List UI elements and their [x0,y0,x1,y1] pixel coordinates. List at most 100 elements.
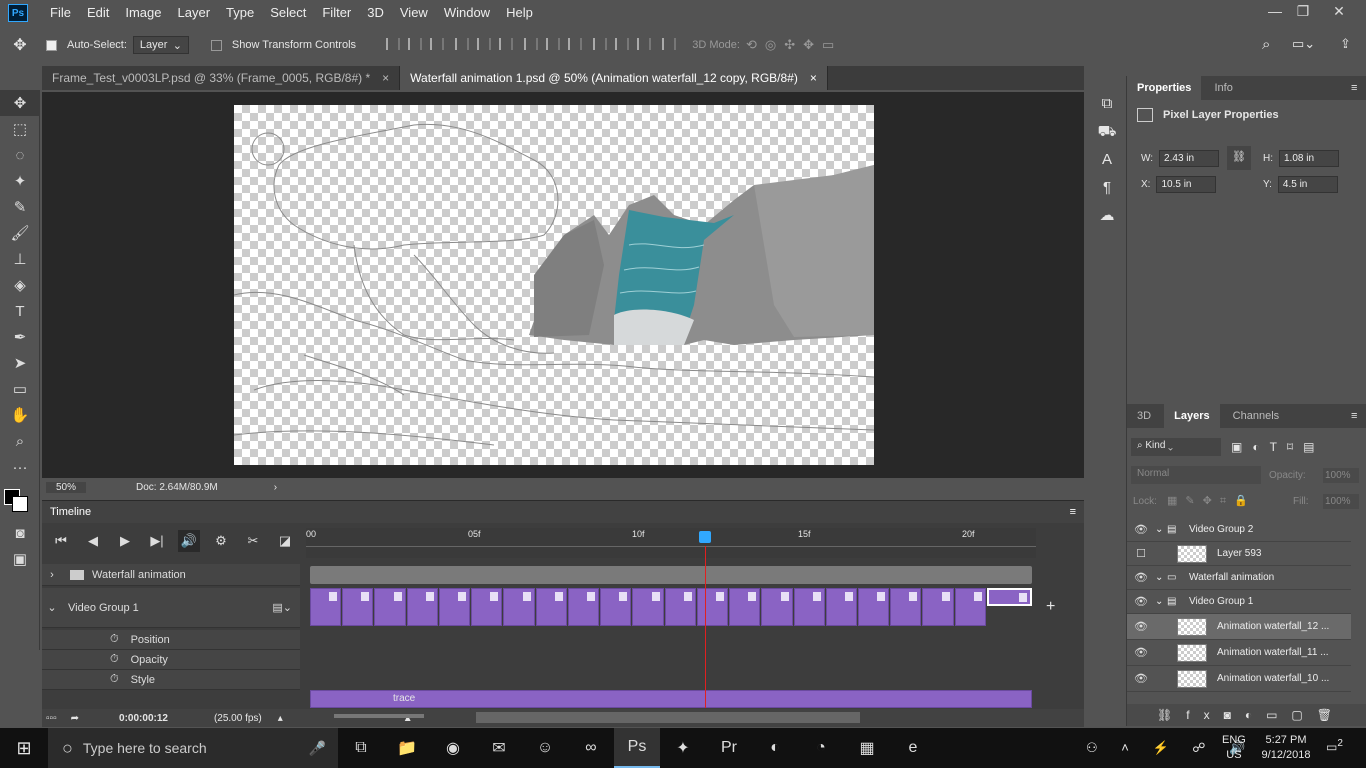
align-top-icon[interactable] [386,37,401,50]
menu-3d[interactable]: 3D [359,0,392,26]
file-explorer-icon[interactable]: 📁 [384,728,430,768]
frame-clip[interactable] [600,588,632,626]
mail-icon[interactable]: ✉ [476,728,522,768]
tab-channels[interactable]: Channels [1223,404,1289,428]
auto-align-icon[interactable] [662,37,677,50]
layer-animation-waterfall-11[interactable]: 👁 Animation waterfall_11 ... [1127,640,1351,666]
distribute-left-icon[interactable] [593,37,608,50]
discord-icon[interactable]: ☺ [522,728,568,768]
workspace-icon[interactable]: ▭⌄ [1292,36,1315,52]
property-opacity[interactable]: ⏱ Opacity [42,650,300,670]
panel-menu-icon[interactable]: ≡ [1351,82,1357,94]
clock[interactable]: 5:27 PM 9/12/2018 [1256,733,1316,763]
distribute-right-icon[interactable] [637,37,652,50]
film-menu-icon[interactable]: ▤⌄ [272,601,292,614]
stopwatch-icon[interactable]: ⏱ [110,633,119,646]
frame-clip[interactable] [664,588,696,626]
restore-button[interactable]: ❐ [1286,0,1320,24]
task-view-icon[interactable]: ⧉ [338,728,384,768]
layer-animation-waterfall-10[interactable]: 👁 Animation waterfall_10 ... [1127,666,1351,692]
distribute-top-icon[interactable] [524,37,539,50]
microphone-icon[interactable]: 🎤 [309,740,326,757]
track-video-group-1[interactable]: ⌄ Video Group 1 ▤⌄ [42,588,300,628]
document-canvas[interactable] [234,105,874,465]
edge-icon[interactable]: e [890,728,936,768]
frame-clip[interactable] [793,588,825,626]
tab-3d[interactable]: 3D [1127,404,1161,428]
frame-clip[interactable] [471,588,503,626]
zoom-level[interactable]: 50% [46,482,86,493]
frame-clip[interactable] [438,588,471,626]
hand-tool-icon[interactable]: ✋ [0,402,40,428]
frame-clip[interactable] [922,588,954,626]
frame-clip[interactable] [342,588,374,626]
menu-file[interactable]: File [42,0,79,26]
pen-tool-icon[interactable]: ✒ [0,324,40,350]
visibility-off-box[interactable]: ☐ [1127,547,1155,560]
magic-wand-icon[interactable]: ✦ [0,168,40,194]
timeline-ruler[interactable]: 00 05f 10f 15f 20f [306,528,1036,558]
track-waterfall-animation[interactable]: › Waterfall animation [42,564,300,586]
close-icon[interactable]: × [382,71,389,85]
creative-cloud-icon[interactable]: ∞ [568,728,614,768]
opacity-input[interactable]: 100% [1323,468,1359,483]
tab-layers[interactable]: Layers [1164,404,1220,428]
tab-properties[interactable]: Properties [1127,76,1202,100]
align-bottom-icon[interactable] [430,37,445,50]
menu-filter[interactable]: Filter [314,0,359,26]
eraser-tool-icon[interactable]: ◈ [0,272,40,298]
prev-frame-icon[interactable]: ◀ [82,530,104,552]
menu-type[interactable]: Type [218,0,262,26]
character-icon[interactable]: A [1092,146,1122,174]
add-media-icon[interactable]: + [1046,598,1055,616]
screen-mode-icon[interactable]: ▣ [0,546,40,572]
zoom-tool-icon[interactable]: ⌕ [0,428,40,454]
tool-app-icon[interactable]: ✦ [660,728,706,768]
brush-tool-icon[interactable]: 🖌 [0,220,40,246]
marquee-tool-icon[interactable]: ⬚ [0,116,40,142]
layer-video-group-2[interactable]: 👁 ⌄ ▤ Video Group 2 [1127,518,1351,542]
tab-info[interactable]: Info [1204,76,1242,100]
eye-icon[interactable]: 👁 [1127,620,1155,633]
playhead-handle[interactable] [698,531,711,543]
store-icon[interactable]: ▦ [844,728,890,768]
trace-clip[interactable]: trace [310,690,1032,708]
stamp-tool-icon[interactable]: ⊥ [0,246,40,272]
group-clip-bar[interactable] [310,566,1032,584]
blend-mode-dropdown[interactable]: Normal [1131,466,1261,484]
frame-clip[interactable] [374,588,406,626]
opera-icon[interactable]: ◔ [798,728,844,768]
menu-select[interactable]: Select [262,0,314,26]
convert-frames-icon[interactable]: ▫▫▫ [46,713,57,724]
windows-start-icon[interactable]: ⊞ [0,728,48,768]
next-frame-icon[interactable]: ▶| [146,530,168,552]
chevron-down-icon[interactable]: ⌄ [1155,572,1167,583]
menu-help[interactable]: Help [498,0,541,26]
move-tool-icon[interactable]: ✥ [0,90,40,116]
chevron-right-icon[interactable]: › [274,482,277,493]
frame-clip[interactable] [503,588,535,626]
layer-waterfall-animation[interactable]: 👁 ⌄ ▭ Waterfall animation [1127,566,1351,590]
move-tool-icon[interactable]: ✥ [0,35,40,55]
fill-input[interactable]: 100% [1323,494,1359,509]
layer-593[interactable]: ☐ Layer 593 [1127,542,1351,566]
rectangle-tool-icon[interactable]: ▭ [0,376,40,402]
menu-edit[interactable]: Edit [79,0,117,26]
auto-select-dropdown[interactable]: Layer ⌄ [132,36,189,54]
distribute-bottom-icon[interactable] [568,37,583,50]
layer-animation-waterfall-12[interactable]: 👁 Animation waterfall_12 ... [1127,614,1351,640]
share-icon[interactable]: ⇪ [1340,36,1351,52]
play-icon[interactable]: ▶ [114,530,136,552]
align-right-icon[interactable] [499,37,514,50]
menu-window[interactable]: Window [436,0,498,26]
menu-view[interactable]: View [392,0,436,26]
lasso-tool-icon[interactable]: ◌ [0,142,40,168]
photoshop-taskbar-icon[interactable]: Ps [614,728,660,768]
frame-clip[interactable] [857,588,890,626]
quick-mask-icon[interactable]: ◙ [0,520,40,546]
frame-clip[interactable] [567,588,600,626]
notification-icon[interactable]: ▭2 [1326,738,1343,754]
eye-icon[interactable]: 👁 [1127,571,1155,584]
close-icon[interactable]: × [810,71,817,85]
path-select-icon[interactable]: ➤ [0,350,40,376]
